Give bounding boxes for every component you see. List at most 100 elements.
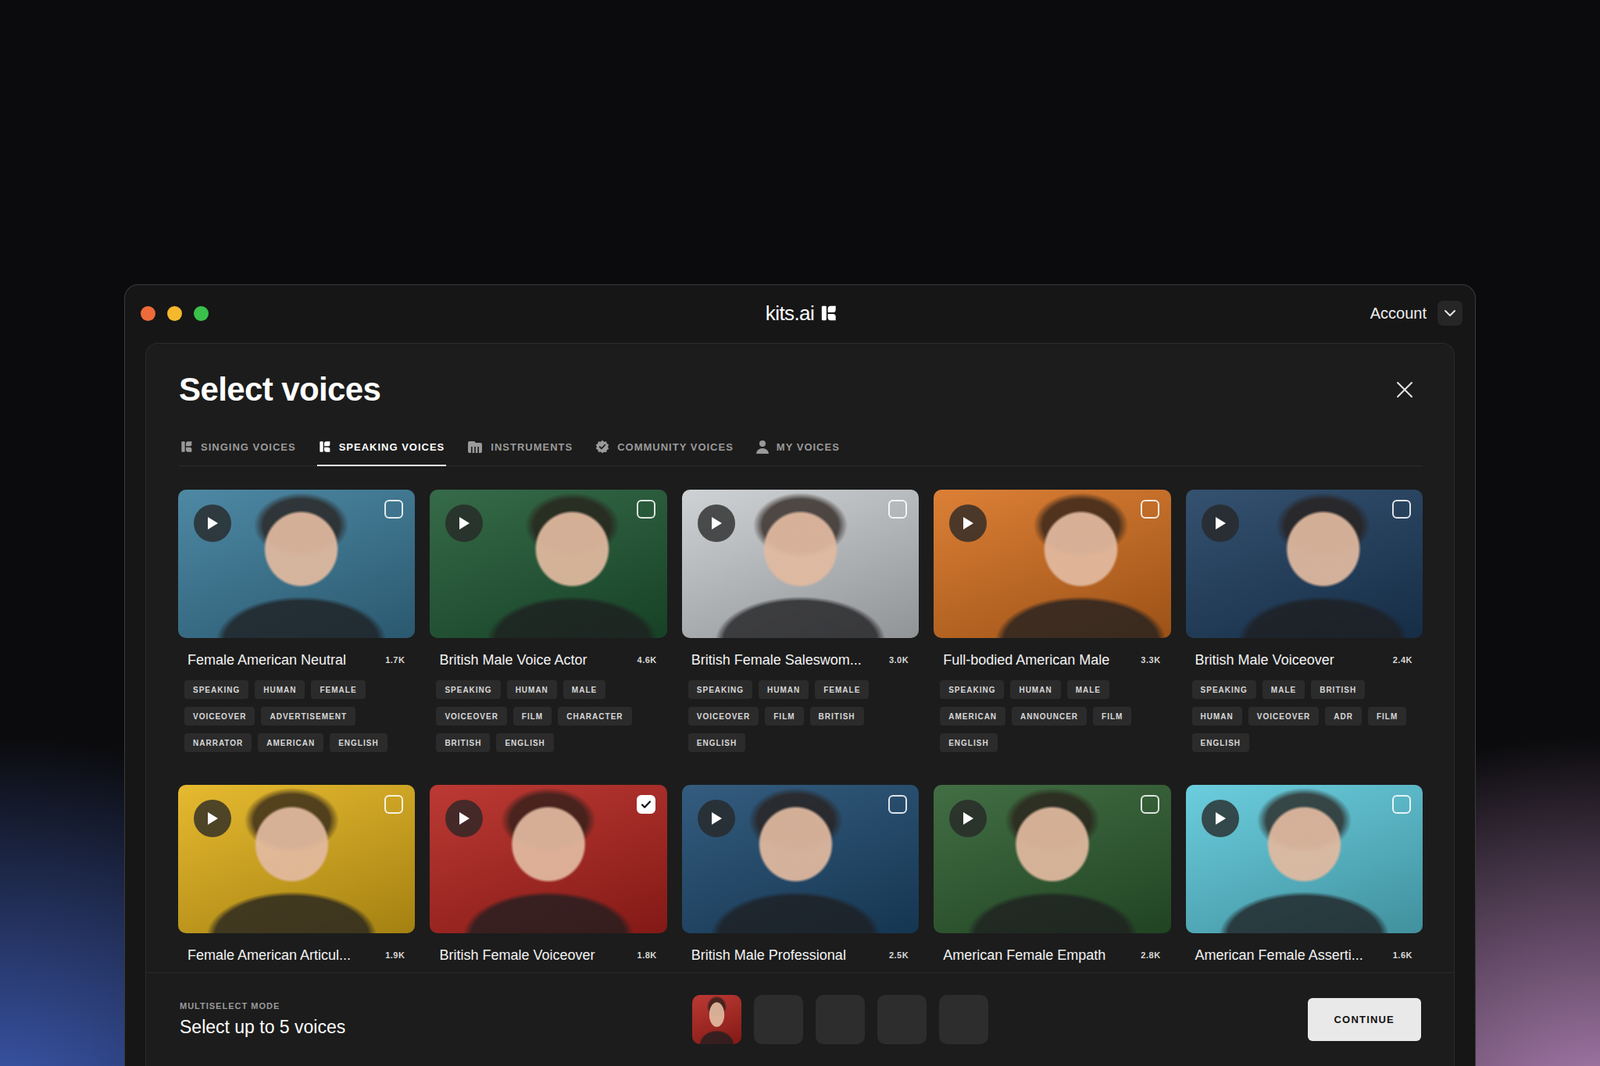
play-icon bbox=[961, 811, 975, 826]
voice-card[interactable]: Full-bodied American Male3.3KSPEAKINGHUM… bbox=[933, 489, 1171, 753]
play-icon-svg bbox=[1214, 516, 1227, 531]
voice-card[interactable]: British Male Voiceover2.4KSPEAKINGMALEBR… bbox=[1185, 489, 1423, 753]
tab[interactable]: SPEAKING VOICES bbox=[317, 428, 447, 467]
voice-name-row: Female American Articul...1.9K bbox=[178, 946, 415, 965]
tag: VOICEOVER bbox=[1248, 707, 1319, 726]
voice-card[interactable]: American Female Empath2.8K bbox=[933, 785, 1171, 965]
singing-voices-icon bbox=[180, 440, 193, 454]
voice-card[interactable]: Female American Articul...1.9K bbox=[178, 785, 415, 965]
tag: NARRATOR bbox=[184, 733, 252, 753]
voice-card[interactable]: American Female Asserti...1.6K bbox=[1185, 785, 1423, 965]
usage-count: 2.5K bbox=[889, 950, 909, 961]
tag: ENGLISH bbox=[496, 733, 554, 753]
tag-list: SPEAKINGHUMANMALEVOICEOVERFILMCHARACTERB… bbox=[429, 680, 667, 753]
app-title: kits.ai bbox=[765, 300, 815, 326]
tag-list: SPEAKINGHUMANFEMALEVOICEOVERFILMBRITISHE… bbox=[682, 680, 919, 753]
voice-name-row: British Male Voice Actor4.6K bbox=[429, 650, 667, 670]
tag: ENGLISH bbox=[1192, 733, 1250, 753]
minimize-button[interactable] bbox=[167, 306, 183, 322]
voice-card[interactable]: British Female Voiceover1.8K bbox=[429, 785, 667, 965]
tag: VOICEOVER bbox=[688, 707, 759, 726]
instrument-icon bbox=[467, 439, 483, 454]
tab[interactable]: COMMUNITY VOICES bbox=[593, 428, 736, 467]
voice-slot bbox=[939, 995, 989, 1045]
voice-grid: Female American Neutral1.7K SPEAKING HUMAN… bbox=[146, 466, 1454, 973]
tab[interactable]: SINGING VOICES bbox=[178, 428, 298, 467]
voice-photo bbox=[178, 785, 415, 934]
person-icon bbox=[756, 439, 769, 454]
play-icon-svg bbox=[961, 811, 975, 826]
tab-label: INSTRUMENTS bbox=[490, 441, 573, 454]
tag: ADR bbox=[1325, 707, 1362, 726]
voice-name-row: British Male Professional2.5K bbox=[682, 946, 919, 965]
play-button[interactable] bbox=[949, 504, 987, 543]
chevron-down-icon bbox=[1443, 309, 1457, 318]
voice-name: Full-bodied American Male bbox=[942, 650, 1135, 670]
voice-photo bbox=[682, 785, 919, 934]
voice-photo bbox=[933, 785, 1171, 934]
select-checkbox[interactable] bbox=[1140, 795, 1160, 815]
play-icon-svg bbox=[457, 516, 471, 531]
selection-instruction: Select up to 5 voices bbox=[179, 1016, 693, 1040]
play-icon bbox=[206, 516, 219, 531]
close-button[interactable] bbox=[140, 306, 156, 322]
voice-slot bbox=[815, 995, 865, 1045]
tag: SPEAKING bbox=[1192, 680, 1257, 700]
voice-card[interactable]: British Male Voice Actor4.6KSPEAKINGHUMA… bbox=[429, 489, 667, 753]
desktop: kits.aiAccountSelect voicesSINGING VOICE… bbox=[0, 0, 1600, 1066]
tag: FILM bbox=[764, 707, 804, 726]
voice-photo bbox=[933, 489, 1171, 639]
select-checkbox[interactable] bbox=[888, 500, 908, 519]
select-checkbox[interactable] bbox=[384, 795, 404, 815]
title-bar: kits.ai Account bbox=[125, 285, 1475, 342]
voice-card[interactable]: British Female Saleswom...3.0KSPEAKINGHU… bbox=[682, 489, 919, 753]
voice-name-row: American Female Asserti...1.6K bbox=[1185, 946, 1423, 965]
voice-card[interactable]: British Male Professional2.5K bbox=[682, 785, 919, 965]
play-button[interactable] bbox=[949, 800, 987, 838]
play-button[interactable] bbox=[445, 504, 483, 543]
voice-photo bbox=[429, 785, 667, 934]
tag: HUMAN bbox=[758, 680, 809, 700]
select-checkbox[interactable] bbox=[888, 795, 908, 815]
play-button[interactable] bbox=[193, 800, 232, 838]
play-button[interactable] bbox=[697, 504, 736, 543]
tag: SPEAKING bbox=[939, 680, 1004, 700]
tag: ADVERTISEMENT bbox=[260, 707, 356, 726]
voice-card[interactable]: Female American Neutral1.7KSPEAKINGHUMAN… bbox=[178, 489, 415, 753]
voice-name-row: Female American Neutral1.7K bbox=[178, 650, 415, 670]
tab[interactable]: INSTRUMENTS bbox=[465, 428, 575, 467]
play-button[interactable] bbox=[1201, 800, 1240, 838]
close-dialog-button[interactable] bbox=[1394, 379, 1415, 400]
tag: BRITISH bbox=[1310, 680, 1365, 700]
tag: CHARACTER bbox=[557, 707, 632, 726]
account-menu[interactable]: Account bbox=[1370, 300, 1463, 326]
account-dropdown[interactable] bbox=[1437, 300, 1463, 326]
select-checkbox[interactable] bbox=[1392, 500, 1411, 519]
tag: FILM bbox=[513, 707, 552, 726]
play-icon-svg bbox=[710, 811, 723, 826]
instrument-icon-svg bbox=[467, 439, 483, 454]
select-checkbox[interactable] bbox=[384, 500, 404, 519]
tab-bar: SINGING VOICES SPEAKING VOICES INSTRUMENTS… bbox=[178, 428, 1423, 467]
select-checkbox[interactable] bbox=[636, 500, 656, 519]
select-checkbox[interactable] bbox=[1140, 500, 1160, 519]
select-checkbox[interactable] bbox=[1392, 795, 1411, 815]
continue-button[interactable]: CONTINUE bbox=[1307, 998, 1422, 1042]
person-icon-svg bbox=[756, 439, 769, 454]
select-checkbox[interactable] bbox=[636, 795, 656, 815]
selection-info: MULTISELECT MODESelect up to 5 voices bbox=[179, 1000, 693, 1040]
usage-count: 3.0K bbox=[889, 655, 909, 665]
play-button[interactable] bbox=[697, 800, 736, 838]
tab-label: SINGING VOICES bbox=[200, 441, 297, 454]
play-button[interactable] bbox=[445, 800, 483, 838]
voice-slot[interactable] bbox=[692, 995, 742, 1045]
tag: FILM bbox=[1367, 707, 1407, 726]
tab[interactable]: MY VOICES bbox=[754, 428, 842, 467]
zoom-button[interactable] bbox=[193, 306, 209, 322]
tag: HUMAN bbox=[254, 680, 305, 700]
play-icon bbox=[206, 811, 219, 826]
tag: BRITISH bbox=[435, 733, 490, 753]
kits-logo-icon-svg bbox=[820, 304, 838, 322]
play-button[interactable] bbox=[193, 504, 232, 543]
play-button[interactable] bbox=[1201, 504, 1240, 543]
